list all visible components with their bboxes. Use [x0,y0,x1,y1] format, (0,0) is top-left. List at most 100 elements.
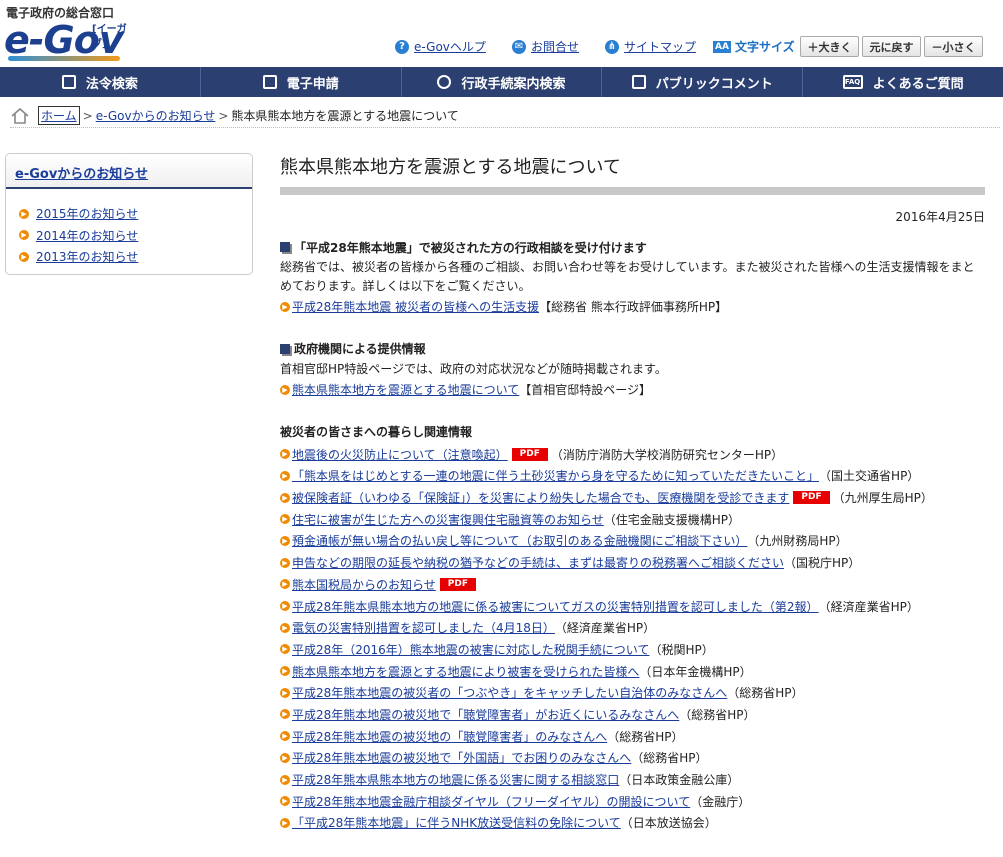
link[interactable]: 熊本国税局からのお知らせ [292,576,436,593]
link[interactable]: 申告などの期限の延長や納税の猶予などの手続は、まずは最寄りの税務署へご相談くださ… [292,554,784,571]
arrow-bullet-icon: ▶ [280,514,290,525]
source-note: （総務省HP） [679,707,756,722]
link[interactable]: 平成28年熊本地震金融庁相談ダイヤル（フリーダイヤル）の開設について [292,793,690,810]
book-icon [61,75,76,89]
arrow-bullet-icon: ▶ [280,601,290,612]
section-heading-living: 被災者の皆さまへの暮らし関連情報 [280,422,985,440]
link[interactable]: 被保険者証（いわゆる「保険証」）を災害により紛失した場合でも、医療機関を受診でき… [292,489,789,506]
link[interactable]: 平成28年熊本県熊本地方の地震に係る災害に関する相談窓口 [292,771,619,788]
help-link[interactable]: ? e-Govヘルプ [395,38,486,55]
help-link-text[interactable]: e-Govヘルプ [414,38,486,55]
breadcrumb-separator: > [82,108,93,123]
sidebar-item-link[interactable]: 2015年のお知らせ [36,205,138,222]
publish-date: 2016年4月25日 [895,210,985,224]
nav-label: 電子申請 [286,76,339,92]
logo-swoosh [8,56,120,61]
link[interactable]: 電気の災害特別措置を認可しました（4月18日） [292,619,555,636]
link[interactable]: 住宅に被害が生じた方への災害復興住宅融資等のお知らせ [292,511,604,528]
list-item: ▶ 電気の災害特別措置を認可しました（4月18日） （経済産業省HP） [280,617,985,639]
source-note: （国土交通省HP） [819,469,920,484]
font-larger-button[interactable]: ＋大きく [800,36,859,57]
breadcrumb-separator: > [218,108,229,123]
font-size-icon: AA [713,40,731,53]
source-note: 【総務省 熊本行政評価事務所HP】 [539,300,728,315]
link[interactable]: 預金通帳が無い場合の払い戻し等について（お取引のある金融機関にご相談下さい） [292,532,747,549]
list-item: ▶ 平成28年（2016年）熊本地震の被害に対応した税関手続について （税関HP） [280,639,985,661]
font-smaller-button[interactable]: －小さく [924,36,983,57]
contact-link-text[interactable]: お問合せ [531,38,579,55]
list-item: ▶ 平成28年熊本県熊本地方の地震に係る被害についてガスの災害特別措置を認可しまし… [280,595,985,617]
list-item: ▶ 平成28年熊本地震の被災地で「外国語」でお困りのみなさんへ （総務省HP） [280,747,985,769]
link[interactable]: 平成28年熊本地震の被災地で「聴覚障害者」がお近くにいるみなさんへ [292,706,679,723]
source-note: （日本政策金融公庫） [619,773,740,788]
search-icon [437,75,452,89]
home-icon [11,107,29,124]
arrow-bullet-icon: ▶ [280,535,290,546]
breadcrumb-parent[interactable]: e-Govからのお知らせ [96,107,216,124]
list-item: ▶ 預金通帳が無い場合の払い戻し等について（お取引のある金融機関にご相談下さい）（… [280,530,985,552]
nav-faq[interactable]: FAQ よくあるご質問 [803,67,1003,97]
nav-law-search[interactable]: 法令検索 [0,67,201,97]
sidebar-item-link[interactable]: 2013年のお知らせ [36,248,138,265]
contact-link[interactable]: ✉ お問合せ [512,38,579,55]
font-size-label-text: 文字サイズ [734,40,795,54]
sidebar-heading: e-Govからのお知らせ [6,154,252,189]
link[interactable]: 平成28年（2016年）熊本地震の被害に対応した税関手続について [292,641,649,658]
link[interactable]: 平成28年熊本地震の被災地で「外国語」でお困りのみなさんへ [292,749,631,766]
link[interactable]: 平成28年熊本地震 被災者の皆様への生活支援 [292,298,539,315]
arrow-bullet-icon: ▶ [280,666,290,677]
arrow-bullet-icon: ▶ [280,817,290,828]
link[interactable]: 熊本県熊本地方を震源とする地震について [292,381,519,398]
list-item: ▶ 被保険者証（いわゆる「保険証」）を災害により紛失した場合でも、医療機関を受診で… [280,487,985,509]
link[interactable]: 平成28年熊本県熊本地方の地震に係る被害についてガスの災害特別措置を認可しました… [292,598,819,615]
nav-procedure-search[interactable]: 行政手続案内検索 [402,67,603,97]
font-size-label: AA 文字サイズ [713,38,795,55]
list-item: ▶ 地震後の火災防止について（注意喚起） PDF （消防庁消防大学校消防研究センターH… [280,443,985,465]
list-item: ▶ 「平成28年熊本地震」に伴うNHK放送受信料の免除について （日本放送協会） [280,812,985,834]
link[interactable]: 地震後の火災防止について（注意喚起） [292,446,508,463]
sidebar-item-2014[interactable]: ▶ 2014年のお知らせ [19,225,252,247]
section-text: 総務省では、被災者の皆様から各種のご相談、お問い合わせ等をお受けしています。また… [280,260,975,293]
list-item: ▶ 熊本県熊本地方を震源とする地震により被害を受けられた皆様へ （日本年金機構HP） [280,660,985,682]
arrow-bullet-icon: ▶ [280,796,290,807]
list-item: ▶ 平成28年熊本地震の被災地の「聴覚障害者」のみなさんへ （総務省HP） [280,725,985,747]
arrow-bullet-icon: ▶ [280,644,290,655]
sitemap-link[interactable]: ⋔ サイトマップ [605,38,696,55]
list-item: ▶ 平成28年熊本地震の被災地で「聴覚障害者」がお近くにいるみなさんへ （総務省HP… [280,704,985,726]
arrow-bullet-icon: ▶ [280,774,290,785]
egov-logo[interactable]: e-Gov [イーガブ] [4,18,134,64]
arrow-bullet-icon: ▶ [19,208,29,219]
section-text: 首相官邸HP特設ページでは、政府の対応状況などが随時掲載されます。 [280,361,667,376]
nav-label: パブリックコメント [655,76,773,92]
sidebar-item-2015[interactable]: ▶ 2015年のお知らせ [19,203,252,225]
arrow-bullet-icon: ▶ [280,709,290,720]
link[interactable]: 「平成28年熊本地震」に伴うNHK放送受信料の免除について [292,814,621,831]
pdf-badge: PDF [439,577,476,591]
section-heading-consultation: 「平成28年熊本地震」で被災された方の行政相談を受け付けます [280,238,985,256]
nav-public-comment[interactable]: パブリックコメント [602,67,804,97]
pen-icon [262,75,277,89]
sidebar-item-link[interactable]: 2014年のお知らせ [36,227,138,244]
living-links-list: ▶ 地震後の火災防止について（注意喚起） PDF （消防庁消防大学校消防研究センターH… [280,443,985,833]
arrow-bullet-icon: ▶ [280,449,290,460]
font-reset-button[interactable]: 元に戻す [862,36,921,57]
link[interactable]: 平成28年熊本地震の被災地の「聴覚障害者」のみなさんへ [292,728,607,745]
breadcrumb-current: 熊本県熊本地方を震源とする地震について [231,109,459,123]
faq-icon: FAQ [842,75,863,89]
site-header: 電子政府の総合窓口 e-Gov [イーガブ] ? e-Govヘルプ ✉ お問合せ… [0,0,1003,67]
link[interactable]: 平成28年熊本地震の被災者の「つぶやき」をキャッチしたい自治体のみなさんへ [292,684,727,701]
sidebar-heading-link[interactable]: e-Govからのお知らせ [15,167,148,182]
link[interactable]: 熊本県熊本地方を震源とする地震により被害を受けられた皆様へ [292,663,639,680]
sitemap-link-text[interactable]: サイトマップ [624,38,696,55]
list-item: ▶ 「熊本県をはじめとする一連の地震に伴う土砂災害から身を守るために知っていただき… [280,465,985,487]
nav-e-application[interactable]: 電子申請 [201,67,402,97]
source-note: （税関HP） [649,642,714,657]
comment-icon [631,75,646,89]
global-nav: 法令検索 電子申請 行政手続案内検索 パブリックコメント FAQ よくあるご質問 [0,67,1003,97]
link[interactable]: 「熊本県をはじめとする一連の地震に伴う土砂災害から身を守るために知っていただきた… [292,467,819,484]
breadcrumb-home[interactable]: ホーム [38,106,80,125]
list-item: ▶ 平成28年熊本地震の被災者の「つぶやき」をキャッチしたい自治体のみなさんへ （総… [280,682,985,704]
source-note: （消防庁消防大学校消防研究センターHP） [550,447,784,462]
sidebar-item-2013[interactable]: ▶ 2013年のお知らせ [19,246,252,268]
arrow-bullet-icon: ▶ [280,622,290,633]
